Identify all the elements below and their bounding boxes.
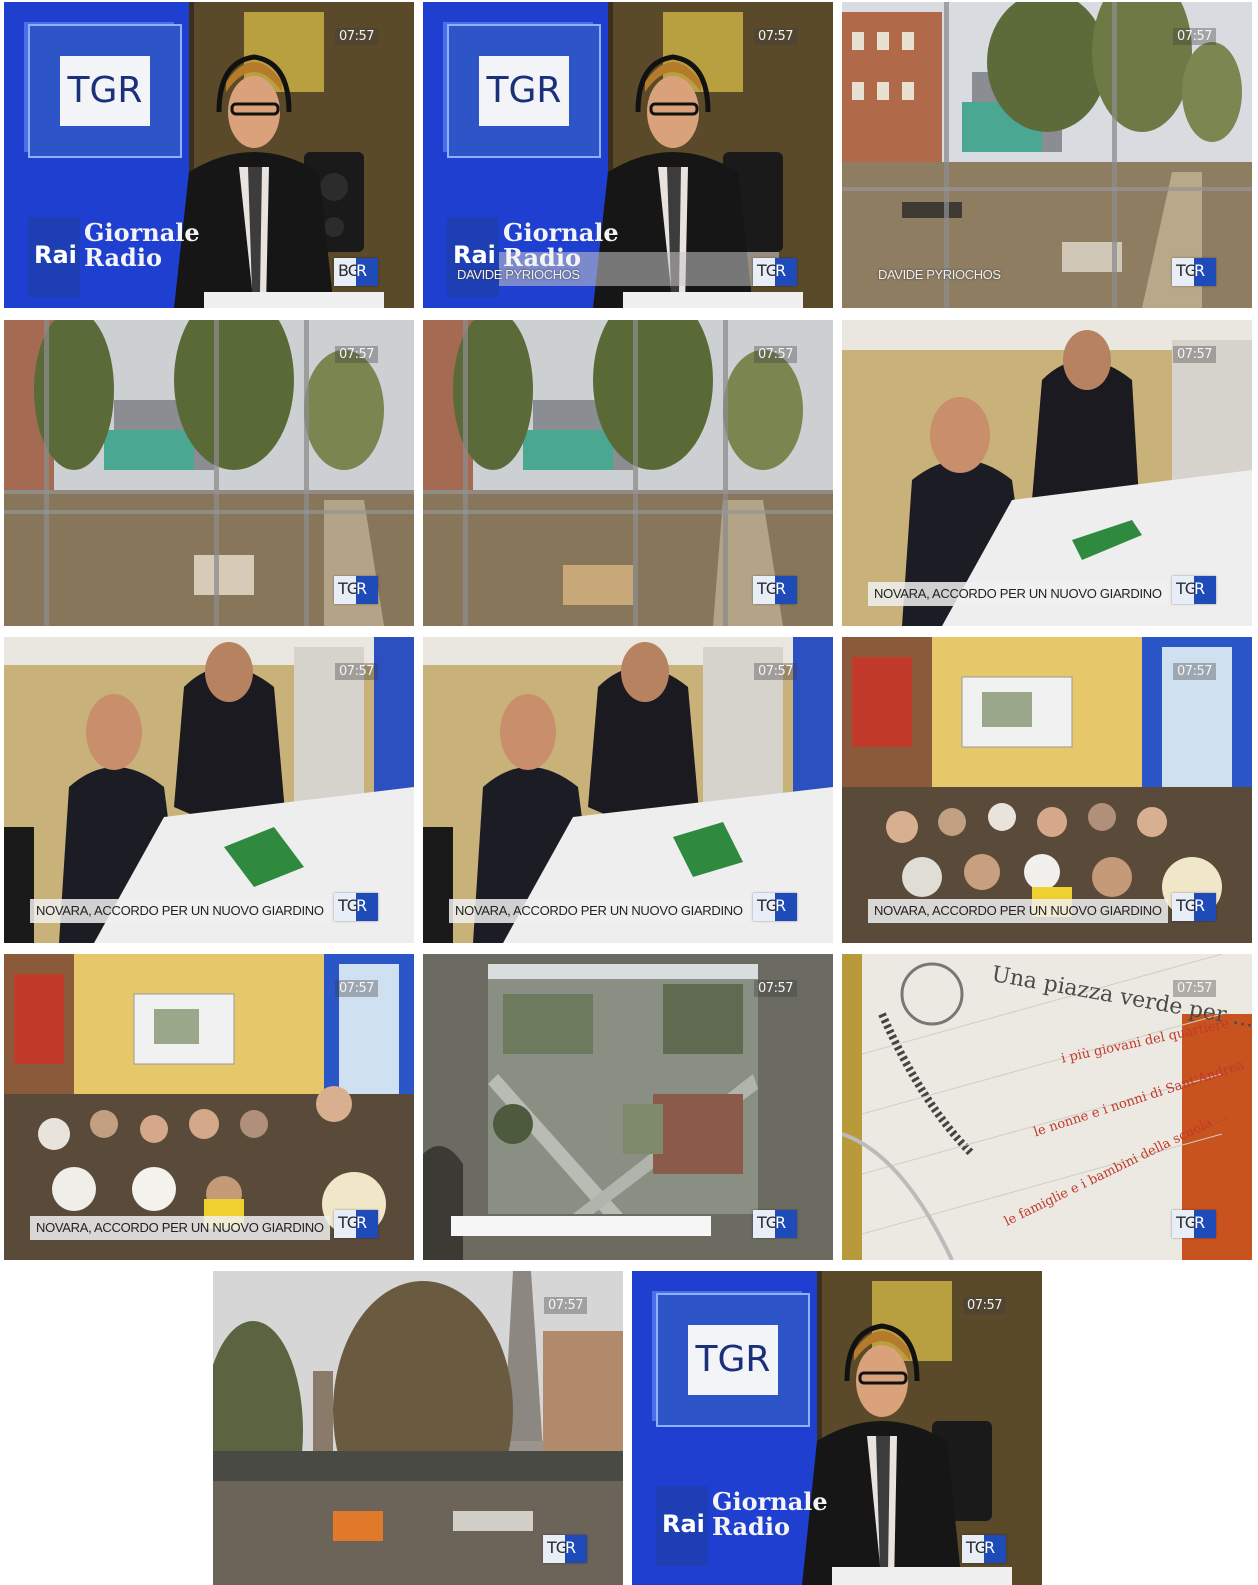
reporter-name: DAVIDE PYRIOCHOS (457, 267, 580, 282)
video-frame-2[interactable]: TGR Rai Giornale Radio DAVIDE PYRIOCHOS … (423, 2, 833, 308)
logo-right-text: R (565, 1538, 576, 1557)
tgr-corner-logo: TG R (334, 1210, 378, 1238)
fence-rail (842, 187, 1252, 191)
lower-third-caption: NOVARA, ACCORDO PER UN NUOVO GIARDINO (30, 1216, 330, 1240)
timestamp: 07:57 (544, 1297, 587, 1314)
logo-right-text: R (1194, 1213, 1205, 1232)
fence-rail (423, 490, 833, 494)
video-frame-4[interactable]: 07:57 TG R (4, 320, 414, 626)
logo-right-text: R (1194, 579, 1205, 598)
video-frame-5[interactable]: 07:57 TG R (423, 320, 833, 626)
timestamp: 07:57 (335, 28, 378, 45)
video-frame-14[interactable]: TGR Rai Giornale Radio 07:57 TG R (632, 1271, 1042, 1585)
video-frame-3[interactable]: DAVIDE PYRIOCHOS 07:57 TG R (842, 2, 1252, 308)
tgr-corner-logo: TG R (1172, 576, 1216, 604)
timestamp: 07:57 (1173, 28, 1216, 45)
tgr-corner-logo: TG R (1172, 893, 1216, 921)
tgr-corner-logo: BG R (334, 258, 378, 286)
logo-right-text: R (356, 1213, 367, 1232)
logo-right-text: R (775, 1213, 786, 1232)
timestamp: 07:57 (335, 346, 378, 363)
timestamp: 07:57 (754, 28, 797, 45)
fence-rail (4, 490, 414, 494)
tgr-screen-logo: TGR (656, 1293, 810, 1427)
reporter-name: DAVIDE PYRIOCHOS (878, 267, 1001, 282)
tgr-corner-logo: TG R (1172, 258, 1216, 286)
tgr-screen-text: TGR (60, 56, 150, 126)
tgr-corner-logo: TG R (334, 893, 378, 921)
fence-rail (423, 510, 833, 514)
video-frame-6[interactable]: NOVARA, ACCORDO PER UN NUOVO GIARDINO 07… (842, 320, 1252, 626)
tgr-corner-logo: TG R (1172, 1210, 1216, 1238)
fence-post (1112, 2, 1117, 308)
logo-right-text: R (356, 579, 367, 598)
fence-post (944, 2, 949, 308)
video-frame-11[interactable]: 07:57 TG R (423, 954, 833, 1260)
fence-post (304, 320, 309, 626)
fence-post (463, 320, 468, 626)
tgr-corner-logo: TG R (753, 576, 797, 604)
timestamp: 07:57 (1173, 980, 1216, 997)
video-frame-8[interactable]: NOVARA, ACCORDO PER UN NUOVO GIARDINO 07… (423, 637, 833, 943)
rai-word: Rai (453, 241, 496, 269)
tgr-corner-logo: TG R (543, 1535, 587, 1563)
timestamp: 07:57 (1173, 346, 1216, 363)
video-frame-12[interactable]: Una piazza verde per ... i più giovani d… (842, 954, 1252, 1260)
timestamp: 07:57 (754, 346, 797, 363)
rai-word: Rai (662, 1510, 705, 1538)
rai-brand-block: Rai (447, 217, 499, 297)
timestamp: 07:57 (1173, 663, 1216, 680)
logo-right-text: R (356, 261, 367, 280)
logo-right-text: R (775, 579, 786, 598)
giornale-radio-text: Giornale Radio (712, 1487, 828, 1542)
fence-rail (4, 510, 414, 514)
tgr-corner-logo: TG R (753, 893, 797, 921)
fence-post (633, 320, 638, 626)
rai-brand-block: Rai (656, 1486, 708, 1566)
timestamp: 07:57 (335, 980, 378, 997)
timestamp: 07:57 (754, 663, 797, 680)
tgr-corner-logo: TG R (334, 576, 378, 604)
logo-right-text: R (775, 896, 786, 915)
lower-third-caption: NOVARA, ACCORDO PER UN NUOVO GIARDINO (868, 899, 1168, 923)
tgr-corner-logo: TG R (962, 1535, 1006, 1563)
logo-right-text: R (984, 1538, 995, 1557)
tgr-corner-logo: TG R (753, 1210, 797, 1238)
blank-caption-bar (451, 1216, 711, 1236)
rai-word: Rai (34, 241, 77, 269)
lower-third-caption: NOVARA, ACCORDO PER UN NUOVO GIARDINO (30, 899, 330, 923)
rai-brand-block: Rai (28, 217, 80, 297)
video-frame-7[interactable]: NOVARA, ACCORDO PER UN NUOVO GIARDINO 07… (4, 637, 414, 943)
tgr-corner-logo: TG R (753, 258, 797, 286)
tgr-screen-logo: TGR (447, 24, 601, 158)
lower-third-caption: NOVARA, ACCORDO PER UN NUOVO GIARDINO (868, 582, 1168, 606)
giornale-radio-text: Giornale Radio (503, 218, 619, 273)
video-frame-1[interactable]: TGR Rai Giornale Radio 07:57 BG R (4, 2, 414, 308)
fence-post (723, 320, 728, 626)
video-frame-9[interactable]: NOVARA, ACCORDO PER UN NUOVO GIARDINO 07… (842, 637, 1252, 943)
timestamp: 07:57 (335, 663, 378, 680)
video-frame-13[interactable]: 07:57 TG R (213, 1271, 623, 1585)
fence-post (44, 320, 49, 626)
logo-right-text: R (356, 896, 367, 915)
giornale-radio-text: Giornale Radio (84, 218, 200, 273)
timestamp: 07:57 (754, 980, 797, 997)
logo-right-text: R (1194, 261, 1205, 280)
tgr-screen-text: TGR (479, 56, 569, 126)
logo-right-text: R (775, 261, 786, 280)
video-frame-10[interactable]: NOVARA, ACCORDO PER UN NUOVO GIARDINO 07… (4, 954, 414, 1260)
lower-third-caption: NOVARA, ACCORDO PER UN NUOVO GIARDINO (449, 899, 749, 923)
tgr-screen-text: TGR (688, 1325, 778, 1395)
logo-right-text: R (1194, 896, 1205, 915)
timestamp: 07:57 (963, 1297, 1006, 1314)
tgr-screen-logo: TGR (28, 24, 182, 158)
fence-post (214, 320, 219, 626)
